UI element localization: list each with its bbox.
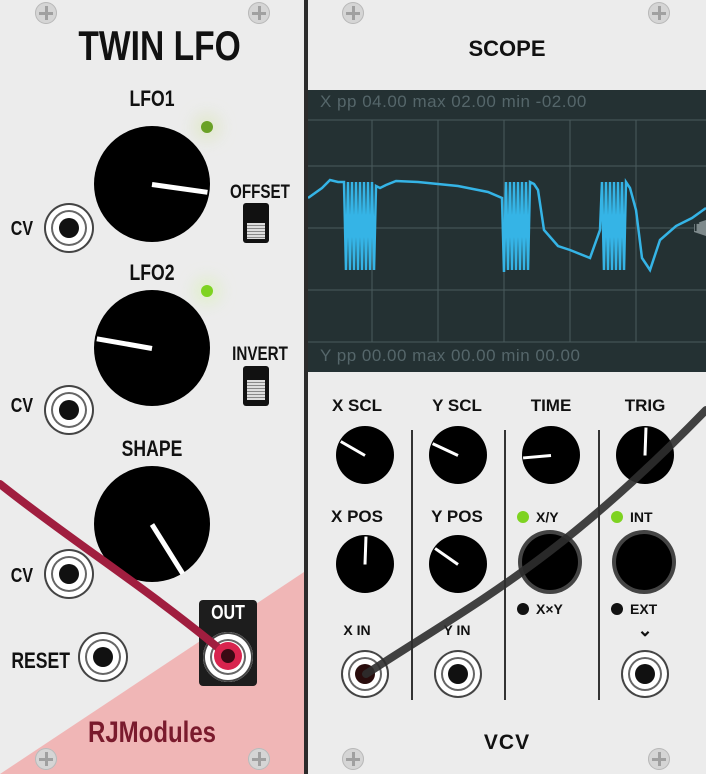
x-in-label: X IN bbox=[343, 622, 371, 638]
x-position-knob[interactable] bbox=[336, 535, 394, 593]
lfo1-cv-jack[interactable] bbox=[44, 203, 94, 253]
screw-icon bbox=[342, 2, 364, 24]
screw-icon bbox=[248, 748, 270, 770]
lfo2-label: LFO2 bbox=[129, 260, 175, 285]
x-readout: X pp 04.00 max 02.00 min -02.00 bbox=[320, 92, 587, 111]
divider bbox=[411, 430, 413, 700]
module-title: TWIN LFO bbox=[78, 22, 241, 69]
int-trigger-led bbox=[611, 511, 623, 523]
knob-indicator bbox=[96, 335, 153, 351]
xtimesy-mode-led bbox=[517, 603, 529, 615]
x-pos-label: X POS bbox=[331, 507, 383, 526]
y-scl-label: Y SCL bbox=[432, 396, 482, 415]
y-readout: Y pp 00.00 max 00.00 min 00.00 bbox=[320, 346, 581, 365]
offset-switch[interactable] bbox=[243, 203, 269, 243]
lfo2-rate-knob[interactable] bbox=[94, 290, 210, 406]
lfo-out-jack[interactable] bbox=[203, 632, 253, 682]
ext-trigger-label: EXT bbox=[630, 601, 658, 617]
xy-mode-button[interactable] bbox=[522, 534, 578, 590]
knob-indicator bbox=[149, 522, 185, 575]
trigger-level-knob[interactable] bbox=[616, 426, 674, 484]
int-trigger-label: INT bbox=[630, 509, 653, 525]
knob-indicator bbox=[340, 439, 366, 457]
divider bbox=[598, 430, 600, 700]
lfo2-cv-jack[interactable] bbox=[44, 385, 94, 435]
y-position-knob[interactable] bbox=[429, 535, 487, 593]
shape-label: SHAPE bbox=[121, 436, 183, 461]
invert-label: INVERT bbox=[232, 344, 288, 365]
module-title: SCOPE bbox=[468, 36, 546, 61]
lfo2-led bbox=[201, 285, 213, 297]
knob-indicator bbox=[522, 453, 552, 459]
knob-indicator bbox=[431, 441, 459, 457]
time-label: TIME bbox=[530, 396, 572, 415]
trigger-in-jack[interactable] bbox=[621, 650, 669, 698]
y-pos-label: Y POS bbox=[431, 507, 483, 526]
screw-icon bbox=[35, 2, 57, 24]
reset-jack[interactable] bbox=[78, 632, 128, 682]
y-in-jack[interactable] bbox=[434, 650, 482, 698]
x-scl-label: X SCL bbox=[331, 396, 383, 415]
trig-label: TRIG bbox=[624, 396, 666, 415]
screw-icon bbox=[248, 2, 270, 24]
scope-module: SCOPE X pp 04.00 max 02.00 min -02.00 Y … bbox=[308, 0, 706, 774]
offset-label: OFFSET bbox=[230, 182, 290, 203]
lfo1-led bbox=[201, 121, 213, 133]
divider bbox=[504, 430, 506, 700]
y-scale-knob[interactable] bbox=[429, 426, 487, 484]
invert-switch[interactable] bbox=[243, 366, 269, 406]
lfo1-label: LFO1 bbox=[129, 86, 175, 111]
y-in-label: Y IN bbox=[443, 622, 471, 638]
xy-mode-led bbox=[517, 511, 529, 523]
screw-icon bbox=[35, 748, 57, 770]
knob-indicator bbox=[434, 546, 459, 566]
shape-knob[interactable] bbox=[94, 466, 210, 582]
xy-mode-label: X/Y bbox=[536, 509, 559, 525]
shape-cv-jack[interactable] bbox=[44, 549, 94, 599]
xtimesy-mode-label: X×Y bbox=[536, 601, 563, 617]
reset-label: RESET bbox=[11, 648, 71, 673]
twin-lfo-module: TWIN LFO LFO1 OFFSET CV LFO2 INVERT CV S… bbox=[0, 0, 304, 774]
knob-indicator bbox=[151, 181, 208, 195]
knob-indicator bbox=[363, 535, 368, 565]
cv-label: CV bbox=[10, 395, 34, 417]
time-knob[interactable] bbox=[522, 426, 580, 484]
screw-icon bbox=[648, 2, 670, 24]
waveform-trace bbox=[308, 178, 706, 273]
cv-label: CV bbox=[10, 218, 34, 240]
scope-grid bbox=[308, 119, 706, 343]
vcv-logo: VCV bbox=[483, 731, 531, 754]
cv-label: CV bbox=[10, 565, 34, 587]
brand-logo: RJModules bbox=[88, 716, 217, 749]
out-label: OUT bbox=[211, 602, 245, 624]
ext-trigger-led bbox=[611, 603, 623, 615]
knob-indicator bbox=[643, 426, 648, 456]
lfo1-rate-knob[interactable] bbox=[94, 126, 210, 242]
chevron-down-icon: ⌄ bbox=[637, 620, 653, 640]
trigger-source-button[interactable] bbox=[616, 534, 672, 590]
scope-display: X pp 04.00 max 02.00 min -02.00 Y pp 00.… bbox=[308, 90, 706, 372]
x-in-jack[interactable] bbox=[341, 650, 389, 698]
x-scale-knob[interactable] bbox=[336, 426, 394, 484]
trigger-marker-label: T bbox=[692, 220, 700, 234]
